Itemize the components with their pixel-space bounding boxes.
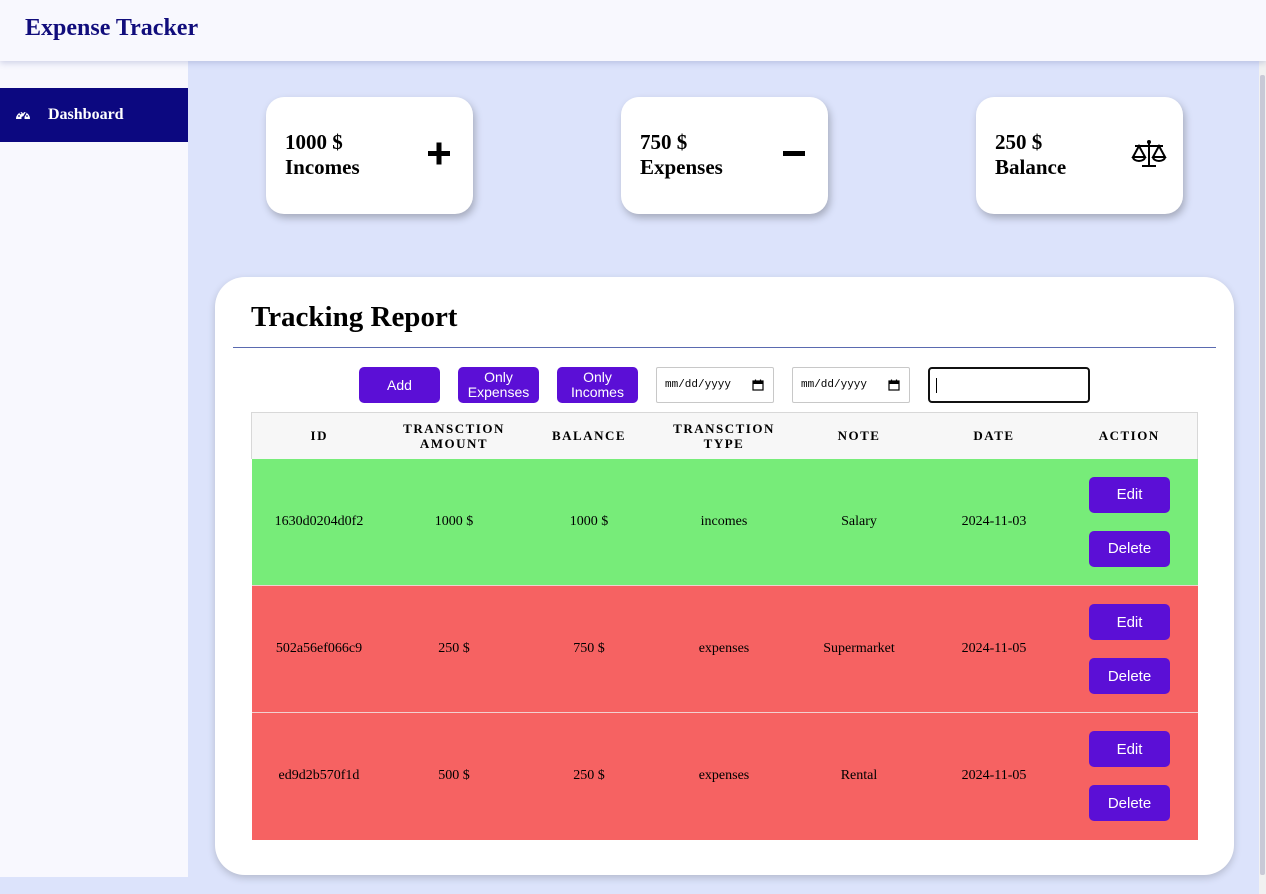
date-to-input[interactable]: mm/dd/yyyy: [792, 367, 910, 403]
balance-label: Balance: [995, 155, 1067, 179]
balance-amount: 250 $: [995, 130, 1043, 154]
expenses-amount: 750 $: [640, 130, 688, 154]
cell-type: incomes: [656, 458, 792, 586]
cell-date: 2024-11-05: [926, 585, 1062, 713]
add-button[interactable]: Add: [359, 367, 440, 403]
table-row: 502a56ef066c9 250 $ 750 $ expenses Super…: [251, 585, 1198, 713]
plus-icon: [420, 137, 458, 171]
edit-button[interactable]: Edit: [1089, 604, 1170, 640]
calendar-icon[interactable]: [752, 379, 764, 391]
title-divider: [233, 347, 1216, 348]
incomes-label: Incomes: [285, 155, 360, 179]
cell-actions: Edit Delete: [1061, 712, 1198, 840]
cell-date: 2024-11-03: [926, 458, 1062, 586]
scrollbar-thumb[interactable]: [1260, 75, 1265, 875]
cell-balance: 250 $: [521, 712, 657, 840]
balance-card: 250 $ Balance: [976, 97, 1183, 214]
cell-id: 502a56ef066c9: [251, 585, 387, 713]
column-header-balance: BALANCE: [521, 412, 657, 459]
cell-type: expenses: [656, 585, 792, 713]
cell-note: Rental: [791, 712, 927, 840]
cell-actions: Edit Delete: [1061, 585, 1198, 713]
cell-balance: 750 $: [521, 585, 657, 713]
only-incomes-button[interactable]: Only Incomes: [557, 367, 638, 403]
search-input[interactable]: [928, 367, 1090, 403]
delete-button[interactable]: Delete: [1089, 658, 1170, 694]
cell-id: 1630d0204d0f2: [251, 458, 387, 586]
transactions-table: ID TRANSCTION AMOUNT BALANCE TRANSCTION TY…: [251, 412, 1198, 840]
expenses-label: Expenses: [640, 155, 723, 179]
delete-button[interactable]: Delete: [1089, 785, 1170, 822]
cell-note: Salary: [791, 458, 927, 586]
column-header-action: ACTION: [1061, 412, 1198, 459]
sidebar-item-dashboard[interactable]: Dashboard: [0, 88, 188, 142]
incomes-card: 1000 $ Incomes: [266, 97, 473, 214]
table-row: ed9d2b570f1d 500 $ 250 $ expenses Rental…: [251, 712, 1198, 840]
cell-amount: 500 $: [386, 712, 522, 840]
cell-amount: 250 $: [386, 585, 522, 713]
app-title: Expense Tracker: [25, 15, 199, 41]
column-header-id: ID: [251, 412, 387, 459]
delete-button[interactable]: Delete: [1089, 530, 1170, 567]
report-title: Tracking Report: [251, 301, 458, 333]
cell-type: expenses: [656, 712, 792, 840]
cell-actions: Edit Delete: [1061, 458, 1198, 586]
dashboard-gauge-icon: [15, 107, 31, 123]
column-header-note: NOTE: [791, 412, 927, 459]
only-expenses-button[interactable]: Only Expenses: [458, 367, 539, 403]
incomes-amount: 1000 $: [285, 130, 343, 154]
tracking-report-panel: Tracking Report Add Only Expenses Only Inc…: [215, 277, 1234, 875]
table-row: 1630d0204d0f2 1000 $ 1000 $ incomes Sala…: [251, 458, 1198, 586]
top-bar: Expense Tracker: [0, 0, 1266, 61]
cell-note: Supermarket: [791, 585, 927, 713]
cell-balance: 1000 $: [521, 458, 657, 586]
minus-icon: [775, 137, 813, 171]
text-caret: [936, 378, 937, 393]
sidebar-item-label: Dashboard: [48, 106, 124, 123]
column-header-amount: TRANSCTION AMOUNT: [386, 412, 522, 459]
expenses-card: 750 $ Expenses: [621, 97, 828, 214]
sidebar: Dashboard: [0, 61, 188, 877]
calendar-icon[interactable]: [888, 379, 900, 391]
edit-button[interactable]: Edit: [1089, 731, 1170, 768]
edit-button[interactable]: Edit: [1089, 476, 1170, 513]
cell-date: 2024-11-05: [926, 712, 1062, 840]
cell-amount: 1000 $: [386, 458, 522, 586]
table-header-row: ID TRANSCTION AMOUNT BALANCE TRANSCTION TY…: [251, 412, 1198, 459]
column-header-type: TRANSCTION TYPE: [656, 412, 792, 459]
cell-id: ed9d2b570f1d: [251, 712, 387, 840]
scale-icon: [1130, 137, 1168, 171]
column-header-date: DATE: [926, 412, 1062, 459]
date-from-input[interactable]: mm/dd/yyyy: [656, 367, 774, 403]
page-scrollbar[interactable]: [1259, 61, 1266, 894]
